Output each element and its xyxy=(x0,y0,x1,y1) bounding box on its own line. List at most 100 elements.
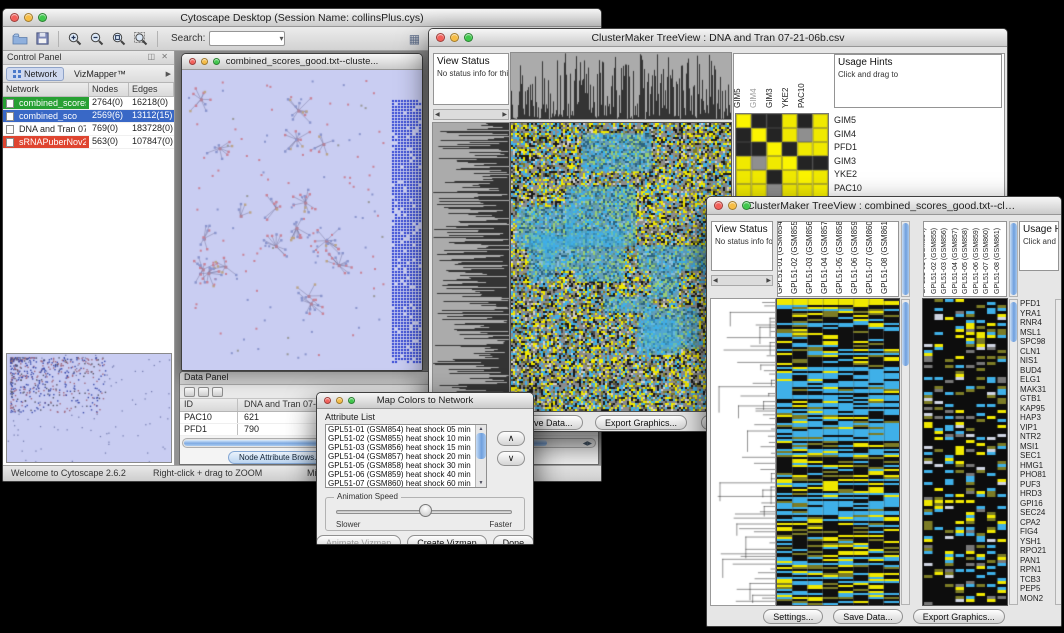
matrix-row-label[interactable]: YKE2 xyxy=(834,168,898,182)
attribute-item[interactable]: GPL51-05 (GSM858) heat shock 30 min xyxy=(326,461,474,470)
column-label[interactable]: GPL51-07 (GSM860) xyxy=(983,228,990,294)
gene-label[interactable]: GTB1 xyxy=(1020,394,1054,404)
hscroll-arrows-icon[interactable]: ◀▶ xyxy=(583,440,592,447)
tab-network[interactable]: Network xyxy=(6,67,64,81)
heatmap-vscrollbar[interactable] xyxy=(901,299,910,605)
gene-label[interactable]: MSI1 xyxy=(1020,442,1054,452)
search-dropdown-icon[interactable]: ▾ xyxy=(279,32,283,45)
column-label[interactable]: GPL51-03 (GSM856) xyxy=(941,228,948,294)
gene-label[interactable]: YRA1 xyxy=(1020,309,1054,319)
dendrogram-hscrollbar[interactable]: ◀▶ xyxy=(433,109,509,120)
network-table-row[interactable]: combined_sco 2569(6) 13112(15) xyxy=(3,110,174,123)
attribute-item[interactable]: GPL51-03 (GSM856) heat shock 15 min xyxy=(326,443,474,452)
gene-label[interactable]: GPI16 xyxy=(1020,499,1054,509)
zoom-window-button[interactable] xyxy=(38,13,47,22)
create-vizmap-button[interactable]: Create Vizmap xyxy=(407,535,486,545)
scroll-left-icon[interactable]: ◀ xyxy=(713,277,718,284)
animation-speed-slider[interactable] xyxy=(419,504,432,517)
minimize-button[interactable] xyxy=(450,33,459,42)
matrix-column-label[interactable]: YKE2 xyxy=(781,88,790,108)
gene-label[interactable]: HAP3 xyxy=(1020,413,1054,423)
gene-label[interactable]: SEC1 xyxy=(1020,451,1054,461)
move-down-button[interactable]: ∨ xyxy=(497,451,525,466)
minimize-button[interactable] xyxy=(728,201,737,210)
gene-label[interactable]: BUD4 xyxy=(1020,366,1054,376)
column-label[interactable]: GPL51-05 (GSM858) xyxy=(835,221,844,294)
settings-button[interactable]: Settings... xyxy=(763,609,823,624)
vscroll-thumb[interactable] xyxy=(902,223,909,295)
cytoscape-titlebar[interactable]: Cytoscape Desktop (Session Name: collins… xyxy=(3,9,601,27)
network-table-row[interactable]: DNA and Tran 07 769(0) 183728(0) xyxy=(3,123,174,136)
attribute-item[interactable]: GPL51-02 (GSM855) heat shock 10 min xyxy=(326,434,474,443)
label-vscrollbar[interactable] xyxy=(901,221,910,297)
zoom-window-button[interactable] xyxy=(213,58,220,65)
column-label[interactable]: GPL51-04 (GSM857) xyxy=(820,221,829,294)
panel-window-icons[interactable]: ◫ ✕ xyxy=(148,52,170,63)
attribute-item[interactable]: GPL51-04 (GSM857) heat shock 20 min xyxy=(326,452,474,461)
tab-vizmapper[interactable]: VizMapper™ xyxy=(68,68,132,80)
tv2-selection-heatmap[interactable] xyxy=(923,299,1007,605)
attribute-item[interactable]: GPL51-06 (GSM859) heat shock 40 min xyxy=(326,470,474,479)
export-graphics-button[interactable]: Export Graphics... xyxy=(913,609,1005,624)
gene-label[interactable]: PHO81 xyxy=(1020,470,1054,480)
gene-label[interactable]: CLN1 xyxy=(1020,347,1054,357)
network-view-titlebar[interactable]: combined_scores_good.txt--cluste... xyxy=(182,54,422,70)
network-table-row[interactable]: combined_scores 2764(0) 16218(0) xyxy=(3,97,174,110)
network-overview-canvas[interactable] xyxy=(6,353,172,463)
zoom-in-icon[interactable] xyxy=(66,30,84,48)
select-attributes-icon[interactable] xyxy=(184,387,195,397)
column-label[interactable]: GPL51-07 (GSM860) xyxy=(865,221,874,294)
gene-label[interactable]: KAP95 xyxy=(1020,404,1054,414)
minimize-button[interactable] xyxy=(24,13,33,22)
matrix-row-label[interactable]: GIM5 xyxy=(834,114,898,128)
minimize-button[interactable] xyxy=(201,58,208,65)
selection-vscrollbar[interactable] xyxy=(1009,299,1018,605)
tab-scroll-right-icon[interactable]: ▶ xyxy=(166,70,171,78)
column-label[interactable]: GPL51-05 (GSM858) xyxy=(962,228,969,294)
gene-label[interactable]: VIP1 xyxy=(1020,423,1054,433)
column-label[interactable]: GPL51-04 (GSM857) xyxy=(952,228,959,294)
gene-label[interactable]: SPC98 xyxy=(1020,337,1054,347)
grid-view-icon[interactable]: ▦ xyxy=(405,30,423,48)
column-label[interactable]: GPL51-06 (GSM859) xyxy=(850,221,859,294)
gene-label[interactable]: MSL1 xyxy=(1020,328,1054,338)
save-data-button[interactable]: Save Data... xyxy=(833,609,903,624)
vscroll-thumb[interactable] xyxy=(1010,223,1017,295)
scroll-down-icon[interactable]: ▼ xyxy=(476,480,486,486)
zoom-fit-icon[interactable] xyxy=(132,30,150,48)
zoom-window-button[interactable] xyxy=(348,397,355,404)
column-label[interactable]: GPL51-03 (GSM856) xyxy=(805,221,814,294)
tv1-row-dendrogram[interactable] xyxy=(433,123,509,411)
vscroll-thumb[interactable] xyxy=(476,433,486,459)
treeview-dna-titlebar[interactable]: ClusterMaker TreeView : DNA and Tran 07-… xyxy=(429,29,1007,47)
matrix-row-label[interactable]: PAC10 xyxy=(834,182,898,196)
minimize-button[interactable] xyxy=(336,397,343,404)
gene-label[interactable]: SEC24 xyxy=(1020,508,1054,518)
dendrogram-hscrollbar[interactable]: ◀▶ xyxy=(711,275,773,286)
attribute-item[interactable]: GPL51-07 (GSM860) heat shock 60 min xyxy=(326,479,474,488)
zoom-window-button[interactable] xyxy=(464,33,473,42)
col-network[interactable]: Network xyxy=(3,83,89,96)
matrix-column-label[interactable]: GIM4 xyxy=(749,88,758,108)
gene-label[interactable]: TCB3 xyxy=(1020,575,1054,585)
matrix-column-label[interactable]: GIM3 xyxy=(765,88,774,108)
close-button[interactable] xyxy=(436,33,445,42)
vscroll-thumb[interactable] xyxy=(902,302,909,366)
tv1-cluster-matrix[interactable] xyxy=(736,114,828,198)
column-label[interactable]: GPL51-01 (GSM854) xyxy=(777,221,784,294)
col-id[interactable]: ID xyxy=(180,399,238,411)
matrix-row-label[interactable]: GIM4 xyxy=(834,128,898,142)
tv1-heatmap[interactable] xyxy=(511,123,731,411)
label-vscrollbar[interactable] xyxy=(1009,221,1018,297)
gene-label[interactable]: PAN1 xyxy=(1020,556,1054,566)
tv2-row-dendrogram[interactable] xyxy=(711,299,775,605)
dialog-titlebar[interactable]: Map Colors to Network xyxy=(317,393,533,409)
gene-label[interactable]: PFD1 xyxy=(1020,299,1054,309)
column-label[interactable]: GPL51-02 (GSM855) xyxy=(790,221,799,294)
gene-label[interactable]: MAK31 xyxy=(1020,385,1054,395)
done-button[interactable]: Done xyxy=(493,535,534,545)
column-label[interactable]: GPL51-01 (GSM854) xyxy=(923,228,927,294)
network-canvas[interactable] xyxy=(182,70,422,370)
export-graphics-button[interactable]: Export Graphics... xyxy=(595,415,687,430)
treeview-combined-titlebar[interactable]: ClusterMaker TreeView : combined_scores_… xyxy=(707,197,1061,215)
